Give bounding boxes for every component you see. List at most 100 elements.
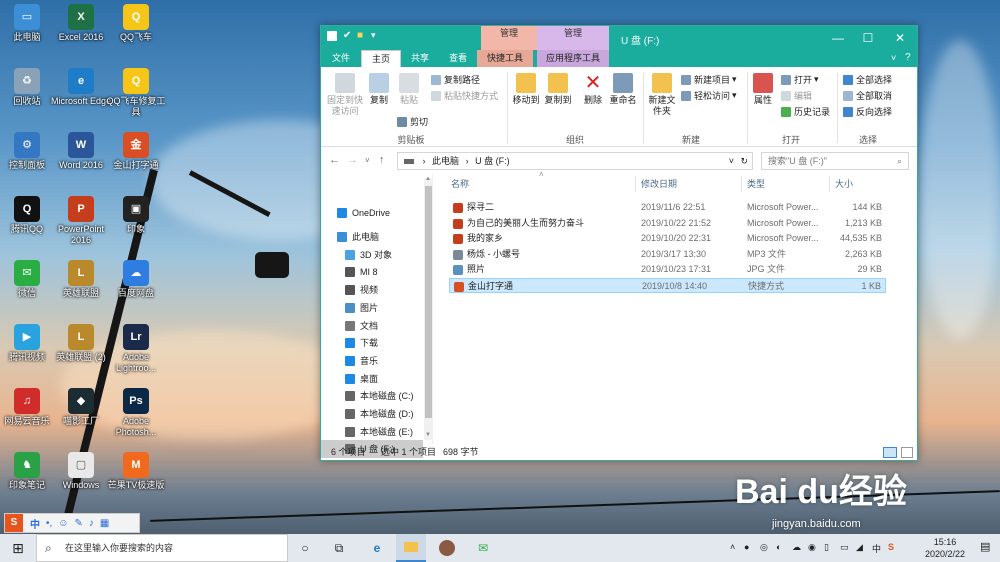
desktop-icon[interactable]: X Excel 2016 — [50, 4, 112, 43]
quick-access-dropdown-icon[interactable]: ▾ — [371, 30, 376, 41]
desktop-icon[interactable]: Lr Adobe Lightroo... — [105, 324, 167, 374]
tab-app-tools[interactable]: 应用程序工具 — [537, 50, 609, 67]
sogou-icon[interactable]: S — [5, 514, 23, 532]
task-view-icon[interactable]: ⧉ — [326, 534, 352, 562]
desktop-icon[interactable]: 金金山打字通 — [105, 132, 167, 171]
start-windows-icon[interactable]: ⊞ — [0, 534, 36, 562]
desktop-icon[interactable]: L 英雄联盟 (2) — [50, 324, 112, 363]
scroll-down-icon[interactable]: ▼ — [425, 432, 431, 438]
select-all-button[interactable]: 全部选择 — [843, 73, 892, 86]
desktop-icon[interactable]: Q QQ飞车 — [105, 4, 167, 43]
microphone-icon[interactable]: ♪ — [89, 518, 94, 529]
nav-item[interactable]: 视频 — [321, 281, 423, 299]
move-to-button[interactable]: 移动到 — [511, 73, 541, 106]
history-button[interactable]: 历史记录 — [781, 105, 830, 118]
desktop-icon[interactable]: P PowerPoint 2016 — [50, 196, 112, 246]
pin-to-quick-access-button[interactable]: 固定到快速访问 — [325, 73, 365, 117]
nav-item[interactable]: 音乐 — [321, 352, 423, 370]
clock[interactable]: 15:16 2020/2/22 — [916, 536, 974, 560]
file-row[interactable]: 我的家乡 2019/10/20 22:31 Microsoft Power... 44… — [449, 231, 886, 246]
paste-shortcut-button[interactable]: 粘贴快捷方式 — [431, 89, 498, 102]
file-explorer-taskbar-icon[interactable] — [396, 534, 426, 562]
tab-home[interactable]: 主页 — [361, 50, 401, 67]
edge-taskbar-icon[interactable]: e — [362, 534, 392, 562]
ribbon-collapse-icon[interactable]: ˅ — [891, 53, 896, 63]
context-tab-manage-shortcut[interactable]: 管理 — [481, 26, 537, 50]
chevron-down-icon[interactable]: ˅ — [729, 153, 734, 169]
tab-share[interactable]: 共享 — [401, 50, 439, 67]
nav-item[interactable]: 图片 — [321, 299, 423, 317]
tab-file[interactable]: 文件 — [321, 50, 361, 67]
recent-locations-icon[interactable]: ˅ — [365, 156, 370, 165]
nav-item[interactable]: 3D 对象 — [321, 246, 423, 264]
rename-button[interactable]: 重命名 — [609, 73, 637, 106]
notification-icon[interactable]: ▤ — [980, 540, 990, 553]
nav-item[interactable]: 桌面 — [321, 370, 423, 388]
up-arrow-icon[interactable]: ↑ — [379, 154, 385, 166]
file-row[interactable]: 杨烁 - 小螺号 2019/3/17 13:30 MP3 文件 2,263 KB — [449, 247, 886, 262]
tray-app-icon[interactable]: ◉ — [808, 542, 816, 553]
desktop-icon[interactable]: ▢ Windows — [50, 452, 112, 491]
punctuation-icon[interactable]: •, — [46, 518, 52, 529]
refresh-icon[interactable]: ↻ — [740, 153, 748, 169]
desktop-icon[interactable]: ▣ 印象 — [105, 196, 167, 235]
help-icon[interactable]: ? — [905, 52, 911, 63]
desktop-icon[interactable]: M 芒果TV极速版 — [105, 452, 167, 491]
tab-view[interactable]: 查看 — [439, 50, 477, 67]
invert-selection-button[interactable]: 反向选择 — [843, 105, 892, 118]
column-header-name[interactable]: 名称 — [451, 177, 469, 190]
tray-app-icon[interactable]: ◎ — [760, 542, 768, 553]
search-box[interactable]: 搜索"U 盘 (F:)" ⌕ — [761, 152, 909, 170]
nav-item[interactable]: 此电脑 — [321, 228, 423, 246]
tray-app-icon[interactable]: ◐ — [776, 542, 781, 552]
nav-item[interactable]: 文档 — [321, 317, 423, 335]
breadcrumb-usb-drive[interactable]: U 盘 (F:) — [475, 156, 510, 166]
copy-path-button[interactable]: 复制路径 — [431, 73, 480, 86]
column-header-modified[interactable]: 修改日期 — [641, 177, 677, 190]
network-icon[interactable]: ◢ — [856, 542, 863, 553]
column-header-size[interactable]: 大小 — [835, 177, 853, 190]
ime-toolbar[interactable]: S 中 •, ☺ ✎ ♪ ▦ — [4, 513, 140, 533]
wechat-taskbar-icon[interactable]: ✉ — [468, 534, 498, 562]
column-separator[interactable] — [635, 176, 636, 192]
column-header-type[interactable]: 类型 — [747, 177, 765, 190]
minimize-button[interactable]: — — [823, 26, 853, 50]
desktop-icon[interactable]: Q QQ飞车修复工具 — [105, 68, 167, 118]
edit-button[interactable]: 编辑 — [781, 89, 812, 102]
nav-item[interactable]: OneDrive — [321, 204, 423, 222]
easy-access-button[interactable]: 轻松访问 ▾ — [681, 89, 737, 102]
ime-tray-indicator[interactable]: 中 — [872, 542, 881, 555]
cortana-icon[interactable]: ○ — [292, 534, 318, 562]
tab-shortcut-tools[interactable]: 快捷工具 — [477, 50, 533, 67]
navigation-scrollbar-thumb[interactable] — [425, 186, 432, 418]
column-separator[interactable] — [829, 176, 830, 192]
desktop-icon[interactable]: e Microsoft Edge — [50, 68, 112, 107]
sogou-tray-icon[interactable]: S — [888, 542, 894, 552]
details-view-icon[interactable] — [883, 447, 897, 458]
nav-item[interactable]: 本地磁盘 (E:) — [321, 423, 423, 441]
nav-item[interactable]: 本地磁盘 (D:) — [321, 405, 423, 423]
context-tab-manage-app[interactable]: 管理 — [537, 26, 609, 50]
new-folder-button[interactable]: 新建文件夹 — [647, 73, 677, 117]
quick-access-properties-icon[interactable]: ✔ — [343, 30, 351, 41]
file-row[interactable]: 照片 2019/10/23 17:31 JPG 文件 29 KB — [449, 262, 886, 277]
delete-button[interactable]: ✕ 删除 — [581, 73, 605, 106]
emoji-icon[interactable]: ☺ — [58, 518, 68, 529]
desktop-icon[interactable]: L 英雄联盟 — [50, 260, 112, 299]
column-separator[interactable] — [741, 176, 742, 192]
back-arrow-icon[interactable]: ← — [329, 154, 340, 166]
breadcrumb-this-pc[interactable]: 此电脑 — [432, 156, 459, 166]
nav-item[interactable]: 下载 — [321, 334, 423, 352]
close-button[interactable]: ✕ — [885, 26, 915, 50]
cloud-tray-icon[interactable]: ☁ — [792, 542, 801, 553]
desktop-icon[interactable]: Ps Adobe Photosh... — [105, 388, 167, 438]
pen-icon[interactable]: ✎ — [75, 518, 83, 529]
ime-language-toggle[interactable]: 中 — [30, 516, 40, 531]
desktop-icon[interactable]: W Word 2016 — [50, 132, 112, 171]
cut-button[interactable]: 剪切 — [397, 115, 428, 128]
new-item-button[interactable]: 新建项目 ▾ — [681, 73, 737, 86]
copy-button[interactable]: 复制 — [367, 73, 391, 106]
desktop-icon[interactable]: ☁ 百度网盘 — [105, 260, 167, 299]
paste-button[interactable]: 粘贴 — [397, 73, 421, 106]
toolbox-icon[interactable]: ▦ — [100, 518, 109, 529]
